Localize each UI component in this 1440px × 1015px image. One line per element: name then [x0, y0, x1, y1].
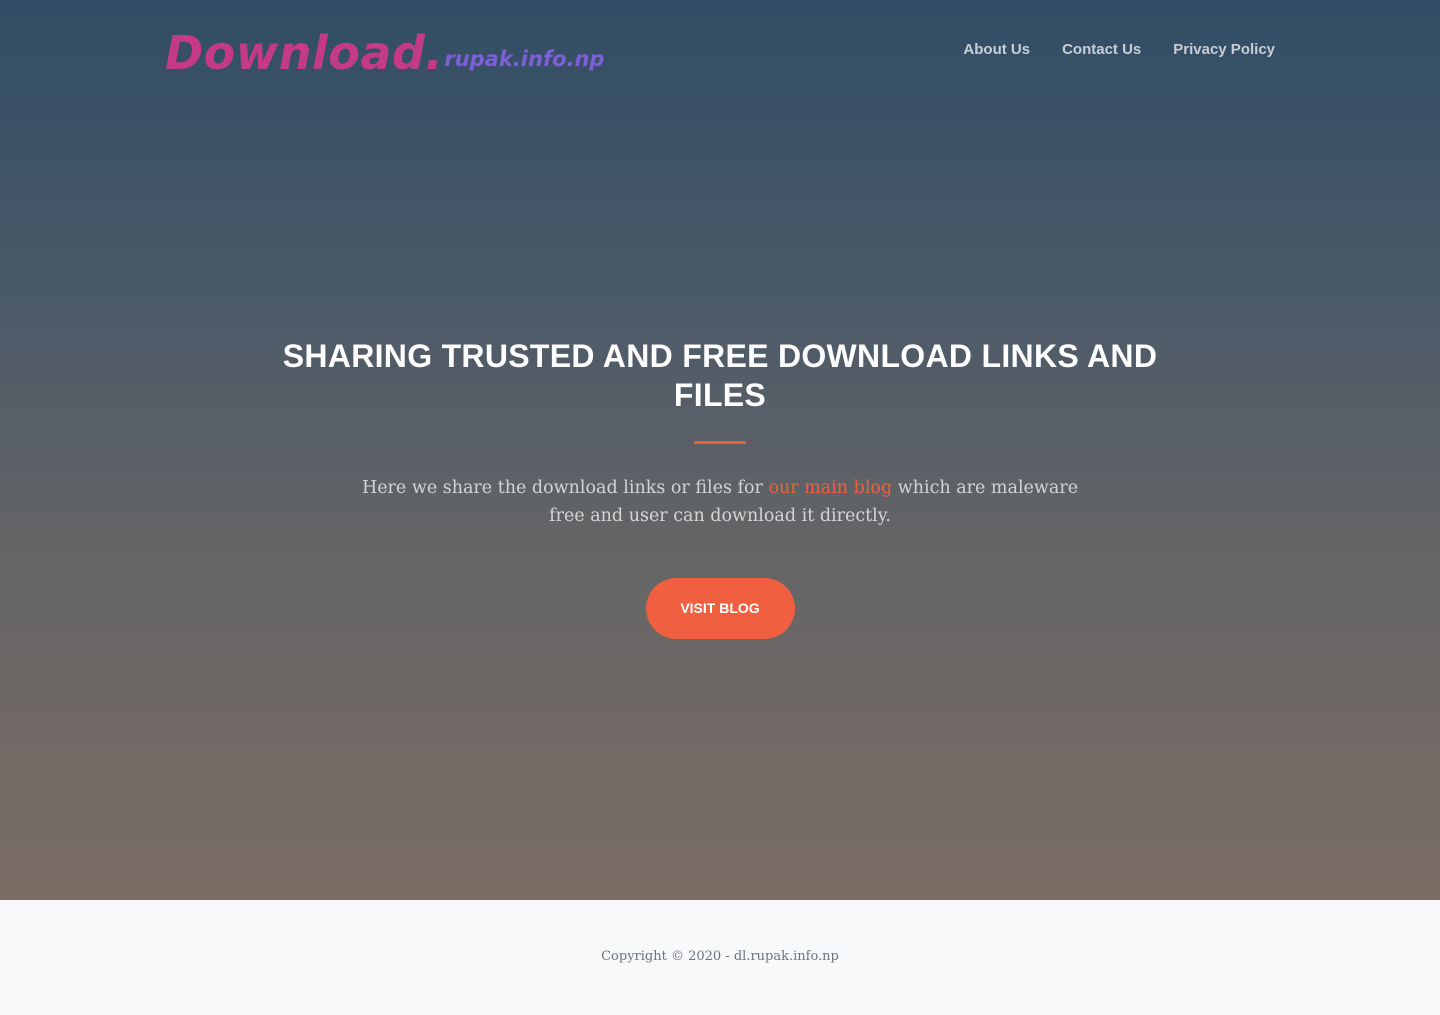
- footer: Copyright © 2020 - dl.rupak.info.np: [0, 900, 1440, 1015]
- nav-link-contact-us[interactable]: Contact Us: [1062, 40, 1141, 60]
- hero-title: SHARING TRUSTED AND FREE DOWNLOAD LINKS …: [282, 338, 1158, 413]
- logo-domain-text: rupak.info.np: [444, 47, 605, 71]
- navbar: Download. rupak.info.np About Us Contact…: [0, 0, 1440, 100]
- nav-link-about-us[interactable]: About Us: [963, 40, 1030, 60]
- title-divider: [694, 441, 746, 444]
- hero-content: SHARING TRUSTED AND FREE DOWNLOAD LINKS …: [0, 337, 1440, 639]
- hero-section: Download. rupak.info.np About Us Contact…: [0, 0, 1440, 900]
- logo-main-text: Download.: [165, 26, 444, 80]
- visit-blog-button[interactable]: VISIT BLOG: [645, 578, 795, 639]
- nav-link-privacy-policy[interactable]: Privacy Policy: [1173, 40, 1275, 60]
- hero-description: Here we share the download links or file…: [360, 474, 1080, 530]
- site-logo[interactable]: Download. rupak.info.np: [165, 20, 604, 84]
- main-blog-link[interactable]: our main blog: [768, 478, 892, 498]
- nav-menu: About Us Contact Us Privacy Policy: [963, 40, 1275, 60]
- footer-copyright: Copyright © 2020 - dl.rupak.info.np: [601, 949, 839, 964]
- hero-text-before: Here we share the download links or file…: [361, 478, 769, 498]
